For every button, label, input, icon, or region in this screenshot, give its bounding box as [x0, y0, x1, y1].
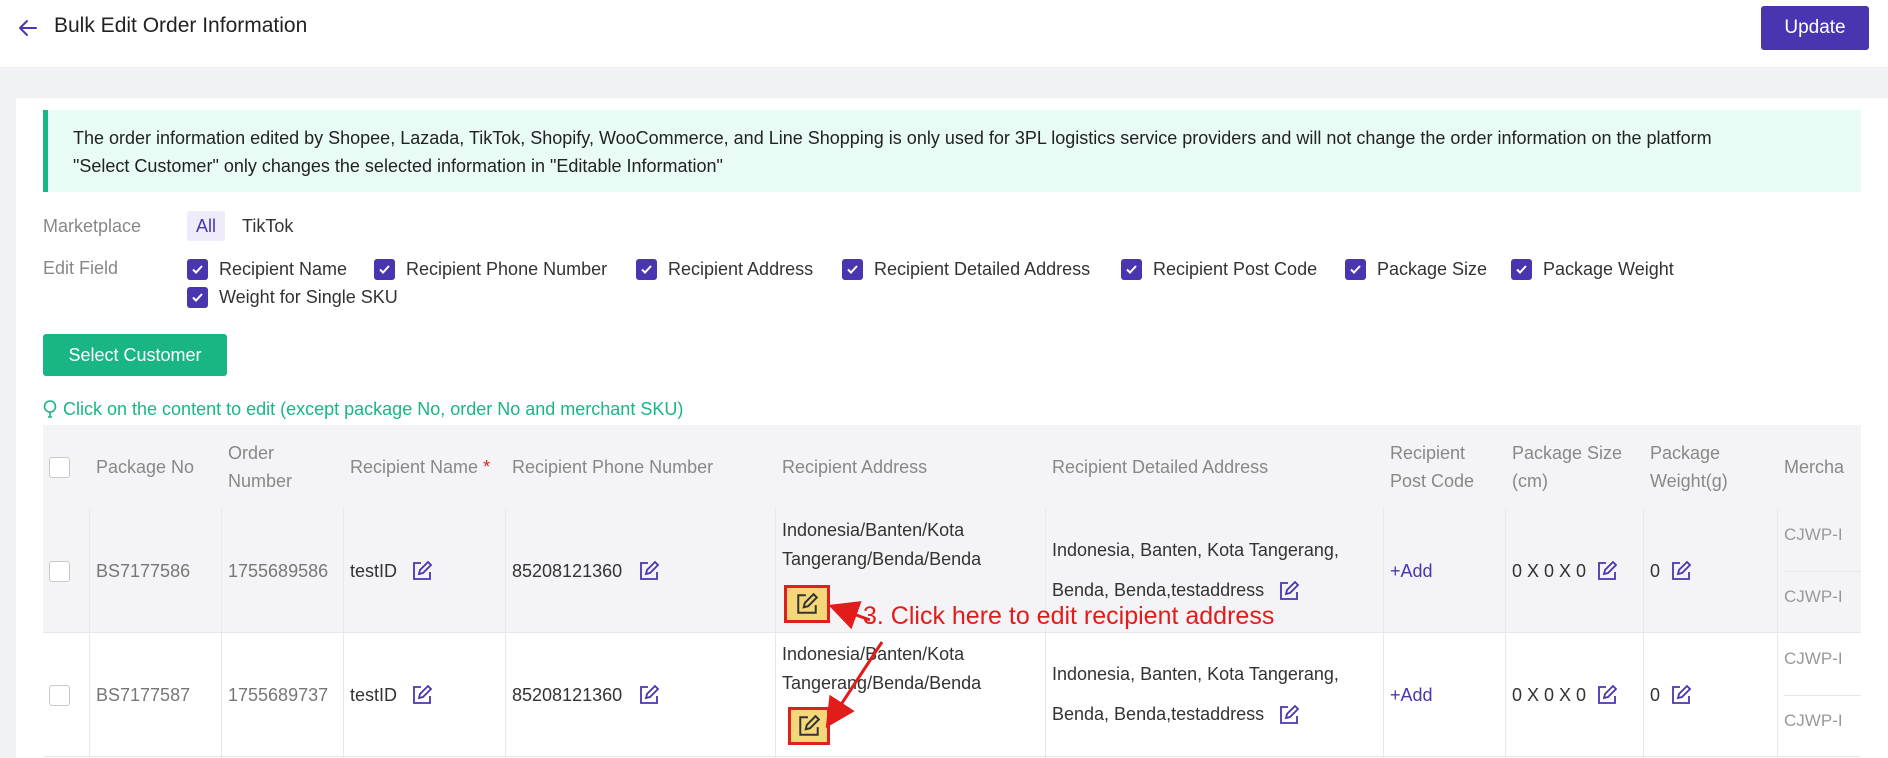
checked-icon: [187, 287, 208, 308]
package-no: BS7177587: [96, 684, 191, 705]
back-arrow-icon[interactable]: [16, 16, 40, 40]
marketplace-option-tiktok[interactable]: TikTok: [242, 211, 293, 241]
marketplace-option-all[interactable]: All: [187, 211, 225, 241]
checkbox-package-weight[interactable]: Package Weight: [1511, 259, 1674, 280]
checkbox-weight-single-sku[interactable]: Weight for Single SKU: [187, 287, 398, 308]
edit-hint: Click on the content to edit (except pac…: [43, 399, 683, 420]
select-customer-button[interactable]: Select Customer: [43, 334, 227, 376]
recipient-name-cell[interactable]: testID: [350, 633, 433, 757]
edit-icon[interactable]: [411, 560, 433, 582]
edit-recipient-address-button[interactable]: [788, 707, 830, 745]
checked-icon: [636, 259, 657, 280]
edit-icon[interactable]: [1596, 684, 1618, 706]
header-package-no: Package No: [96, 457, 195, 477]
merchant-sku: CJWP-I: [1784, 525, 1843, 544]
merchant-sku: CJWP-I: [1784, 649, 1843, 668]
edit-icon[interactable]: [1278, 580, 1300, 602]
orders-table: Package No Order Number Recipient Name *…: [43, 425, 1861, 758]
header-recipient-phone: Recipient Phone Number: [512, 457, 714, 477]
checked-icon: [187, 259, 208, 280]
top-bar: Bulk Edit Order Information Update: [0, 0, 1888, 68]
post-code-add-link[interactable]: +Add: [1390, 509, 1433, 633]
notice-line-2: "Select Customer" only changes the selec…: [73, 156, 723, 176]
detailed-address-cell[interactable]: Indonesia, Banten, Kota Tangerang, Benda…: [1052, 633, 1372, 757]
info-notice: The order information edited by Shopee, …: [43, 110, 1861, 192]
marketplace-label: Marketplace: [43, 216, 142, 236]
edit-field-label: Edit Field: [43, 258, 119, 278]
package-size-cell[interactable]: 0 X 0 X 0: [1512, 509, 1618, 633]
header-package-weight: Package Weight(g): [1650, 443, 1728, 491]
edit-recipient-address-button[interactable]: [784, 585, 830, 623]
header-post-code: Recipient Post Code: [1390, 443, 1475, 491]
page-title: Bulk Edit Order Information: [54, 14, 308, 37]
update-button[interactable]: Update: [1761, 6, 1869, 50]
divider: [1784, 695, 1861, 696]
order-number: 1755689737: [228, 684, 329, 705]
edit-icon: [797, 592, 819, 614]
row-checkbox[interactable]: [49, 560, 70, 582]
edit-icon[interactable]: [1278, 704, 1300, 726]
recipient-phone-cell[interactable]: 85208121360: [512, 509, 660, 633]
header-detailed-address: Recipient Detailed Address: [1052, 457, 1269, 477]
instruction-annotation: 3. Click here to edit recipient address: [863, 602, 1275, 630]
edit-icon: [799, 714, 821, 736]
checked-icon: [1121, 259, 1142, 280]
checked-icon: [1345, 259, 1366, 280]
checked-icon: [842, 259, 863, 280]
order-number: 1755689586: [228, 560, 329, 581]
header-recipient-address: Recipient Address: [782, 457, 928, 477]
checked-icon: [374, 259, 395, 280]
recipient-phone-cell[interactable]: 85208121360: [512, 633, 660, 757]
post-code-add-link[interactable]: +Add: [1390, 633, 1433, 757]
edit-icon[interactable]: [1596, 560, 1618, 582]
edit-icon[interactable]: [1670, 560, 1692, 582]
checkbox-recipient-detailed-address[interactable]: Recipient Detailed Address: [842, 259, 1090, 280]
edit-icon[interactable]: [1670, 684, 1692, 706]
notice-line-1: The order information edited by Shopee, …: [73, 128, 1712, 148]
edit-icon[interactable]: [411, 684, 433, 706]
edit-icon[interactable]: [638, 560, 660, 582]
checkbox-recipient-post-code[interactable]: Recipient Post Code: [1121, 259, 1317, 280]
checkbox-package-size[interactable]: Package Size: [1345, 259, 1487, 280]
header-merchant-sku: Mercha: [1784, 457, 1845, 477]
checked-icon: [1511, 259, 1532, 280]
merchant-sku: CJWP-I: [1784, 711, 1843, 730]
row-checkbox[interactable]: [49, 684, 70, 706]
package-size-cell[interactable]: 0 X 0 X 0: [1512, 633, 1618, 757]
checkbox-recipient-name[interactable]: Recipient Name: [187, 259, 347, 280]
header-recipient-name: Recipient Name *: [350, 457, 491, 477]
package-no: BS7177586: [96, 560, 191, 581]
package-weight-cell[interactable]: 0: [1650, 509, 1692, 633]
lightbulb-icon: [43, 399, 57, 418]
merchant-sku: CJWP-I: [1784, 587, 1843, 606]
edit-icon[interactable]: [638, 684, 660, 706]
divider: [1784, 571, 1861, 572]
header-order-number: Order Number: [228, 443, 293, 491]
package-weight-cell[interactable]: 0: [1650, 633, 1692, 757]
table-row: BS7177587 1755689737 testID 85208121360 …: [43, 633, 1861, 757]
checkbox-recipient-address[interactable]: Recipient Address: [636, 259, 813, 280]
table-header: Package No Order Number Recipient Name *…: [43, 425, 1861, 509]
checkbox-recipient-phone[interactable]: Recipient Phone Number: [374, 259, 607, 280]
header-package-size: Package Size (cm): [1512, 443, 1623, 491]
select-all-checkbox[interactable]: [49, 456, 70, 478]
recipient-name-cell[interactable]: testID: [350, 509, 433, 633]
main-card: The order information edited by Shopee, …: [16, 98, 1888, 758]
